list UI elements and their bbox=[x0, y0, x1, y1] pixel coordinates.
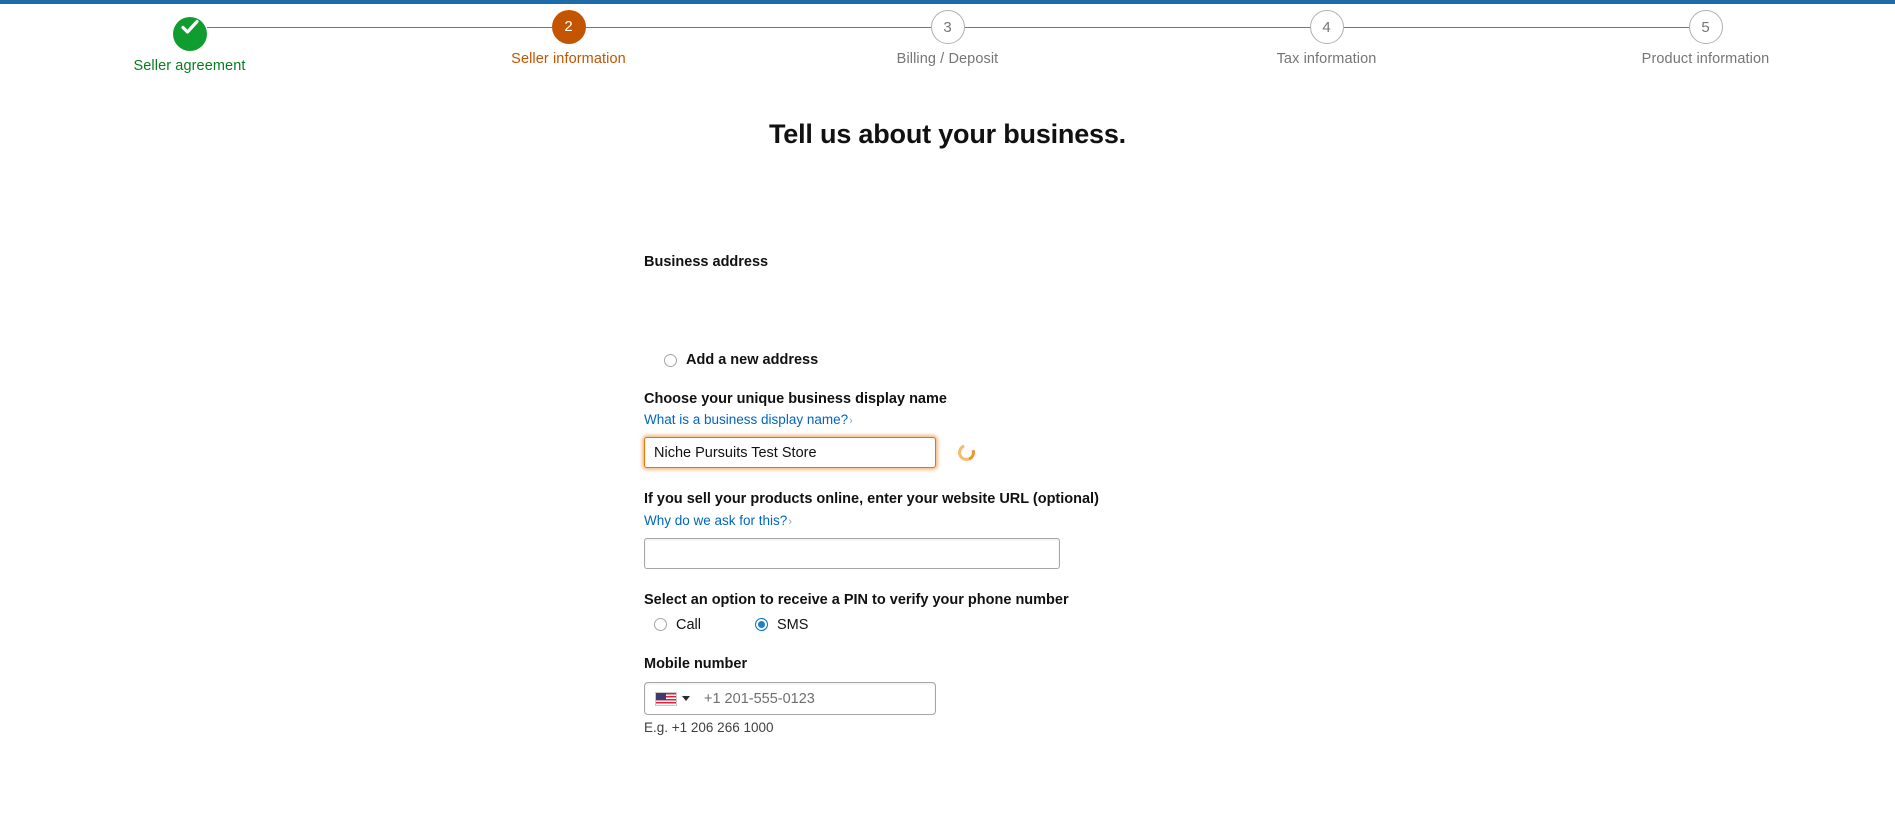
stepper-step-seller-agreement[interactable]: Seller agreement bbox=[0, 4, 379, 78]
website-url-help-link[interactable]: Why do we ask for this?› bbox=[644, 513, 792, 528]
stepper-bubble-done bbox=[172, 17, 207, 51]
display-name-label: Choose your unique business display name bbox=[644, 391, 947, 407]
stepper-label-product-information: Product information bbox=[1641, 51, 1770, 67]
stepper-step-seller-information[interactable]: 2 Seller information bbox=[379, 4, 758, 78]
stepper-list: Seller agreement 2 Seller information 3 … bbox=[0, 4, 1895, 78]
pin-option-sms-radio[interactable] bbox=[754, 618, 768, 632]
mobile-number-hint: E.g. +1 206 266 1000 bbox=[644, 720, 774, 736]
flag-canton bbox=[656, 692, 666, 700]
pin-delivery-label: Select an option to receive a PIN to ver… bbox=[644, 591, 1069, 608]
stepper-connector-left bbox=[379, 27, 552, 28]
stepper-connector-left bbox=[758, 27, 931, 28]
display-name-help-link[interactable]: What is a business display name?› bbox=[644, 412, 853, 427]
pin-delivery-options: Call SMS bbox=[654, 617, 1264, 633]
stepper-label-tax-information: Tax information bbox=[1276, 51, 1377, 67]
stepper-bubble-4: 4 bbox=[1309, 10, 1344, 44]
mobile-number-input-wrapper bbox=[644, 682, 936, 716]
chevron-down-icon bbox=[682, 696, 690, 702]
add-new-address-label: Add a new address bbox=[686, 352, 819, 368]
pin-delivery-field-group: Select an option to receive a PIN to ver… bbox=[644, 590, 1264, 633]
business-form: Business address Add a new address Choos… bbox=[644, 254, 1264, 735]
mobile-number-field-group: Mobile number E.g. +1 206 266 1000 bbox=[644, 654, 1264, 735]
display-name-input-row bbox=[644, 429, 1264, 469]
progress-stepper: Seller agreement 2 Seller information 3 … bbox=[0, 4, 1895, 78]
display-name-field-group: Choose your unique business display name… bbox=[644, 389, 1264, 469]
stepper-step-product-information[interactable]: 5 Product information bbox=[1516, 4, 1895, 78]
stepper-label-billing-deposit: Billing / Deposit bbox=[896, 51, 999, 67]
website-url-help-text: Why do we ask for this? bbox=[644, 512, 788, 528]
check-icon bbox=[180, 19, 199, 34]
business-address-section: Business address bbox=[644, 254, 1264, 352]
stepper-connector-right bbox=[1343, 27, 1516, 28]
add-new-address-radio[interactable] bbox=[664, 353, 677, 367]
stepper-label-seller-agreement: Seller agreement bbox=[133, 58, 246, 74]
stepper-connector-right bbox=[585, 27, 758, 28]
website-url-input[interactable] bbox=[644, 537, 1060, 569]
loading-spinner-icon bbox=[955, 441, 978, 465]
stepper-connector-left bbox=[1137, 27, 1310, 28]
display-name-input[interactable] bbox=[644, 437, 936, 469]
page-title: Tell us about your business. bbox=[769, 119, 1126, 149]
stepper-connector-left bbox=[1516, 27, 1689, 28]
stepper-bubble-current: 2 bbox=[551, 10, 586, 44]
stepper-step-billing-deposit[interactable]: 3 Billing / Deposit bbox=[758, 4, 1137, 78]
page-content: Tell us about your business. Business ad… bbox=[0, 78, 1895, 831]
pin-option-call[interactable]: Call bbox=[654, 617, 701, 633]
pin-option-call-label: Call bbox=[676, 616, 701, 633]
display-name-help-text: What is a business display name? bbox=[644, 412, 849, 428]
stepper-step-tax-information[interactable]: 4 Tax information bbox=[1137, 4, 1516, 78]
stepper-connector-right bbox=[206, 27, 379, 28]
website-url-label: If you sell your products online, enter … bbox=[644, 491, 1099, 508]
add-new-address-option[interactable]: Add a new address bbox=[664, 352, 1264, 368]
website-url-field-group: If you sell your products online, enter … bbox=[644, 489, 1264, 569]
chevron-right-icon: › bbox=[788, 515, 792, 528]
stepper-connector-right bbox=[964, 27, 1137, 28]
chevron-right-icon: › bbox=[849, 415, 853, 428]
us-flag-icon bbox=[655, 691, 677, 706]
pin-option-sms[interactable]: SMS bbox=[754, 616, 809, 633]
pin-option-sms-label: SMS bbox=[776, 616, 809, 633]
pin-option-call-radio[interactable] bbox=[654, 618, 667, 632]
stepper-label-seller-information: Seller information bbox=[511, 51, 626, 67]
business-address-heading: Business address bbox=[644, 254, 769, 270]
stepper-bubble-5: 5 bbox=[1688, 10, 1723, 44]
mobile-number-label: Mobile number bbox=[644, 655, 748, 672]
stepper-bubble-3: 3 bbox=[930, 10, 965, 44]
mobile-number-input[interactable] bbox=[698, 683, 935, 715]
country-code-select[interactable] bbox=[645, 683, 698, 714]
